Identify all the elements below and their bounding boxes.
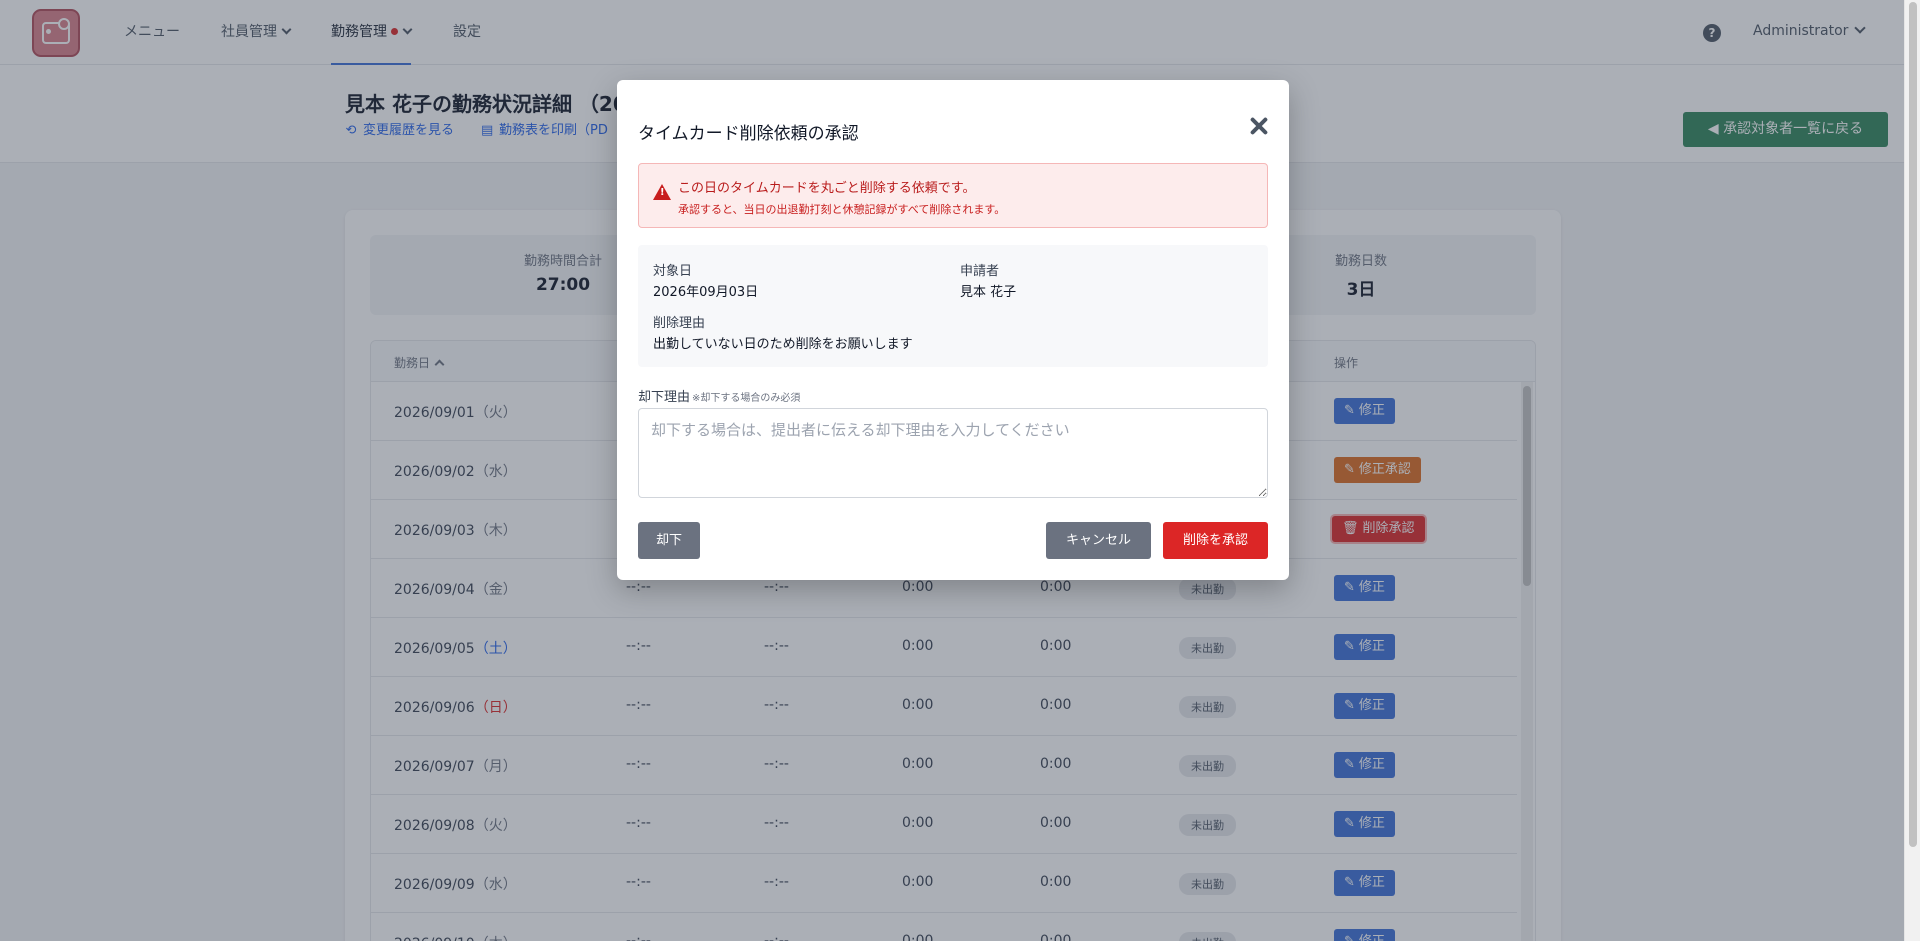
approve-delete-button[interactable]: 削除を承認 bbox=[1163, 522, 1268, 559]
page-scrollbar[interactable] bbox=[1904, 0, 1920, 941]
delete-reason-value: 出勤していない日のため削除をお願いします bbox=[653, 337, 913, 352]
alert-message: この日のタイムカードを丸ごと削除する依頼です。 bbox=[678, 181, 976, 196]
cancel-button[interactable]: キャンセル bbox=[1046, 522, 1151, 559]
alert-detail: 承認すると、当日の出退勤打刻と休憩記録がすべて削除されます。 bbox=[678, 203, 1006, 216]
applicant-value: 見本 花子 bbox=[960, 285, 1017, 300]
warning-alert: ! この日のタイムカードを丸ごと削除する依頼です。 承認すると、当日の出退勤打刻… bbox=[638, 163, 1268, 228]
required-hint: ※却下する場合のみ必須 bbox=[692, 393, 801, 404]
warning-triangle-icon: ! bbox=[653, 184, 671, 200]
request-info-box: 対象日 2026年09月03日 申請者 見本 花子 削除理由 出勤していない日の… bbox=[638, 245, 1268, 367]
modal-title: タイムカード削除依頼の承認 bbox=[638, 124, 859, 144]
delete-approval-modal: タイムカード削除依頼の承認 ! この日のタイムカードを丸ごと削除する依頼です。 … bbox=[617, 80, 1289, 580]
reject-reason-label: 却下理由 ※却下する場合のみ必須 bbox=[638, 390, 801, 405]
reject-button[interactable]: 却下 bbox=[638, 522, 700, 559]
delete-reason-label: 削除理由 bbox=[653, 316, 706, 331]
target-date-value: 2026年09月03日 bbox=[653, 285, 759, 300]
reject-reason-textarea[interactable] bbox=[638, 408, 1268, 498]
close-icon[interactable] bbox=[1247, 114, 1271, 138]
applicant-label: 申請者 bbox=[960, 264, 1000, 279]
target-date-label: 対象日 bbox=[653, 264, 693, 279]
